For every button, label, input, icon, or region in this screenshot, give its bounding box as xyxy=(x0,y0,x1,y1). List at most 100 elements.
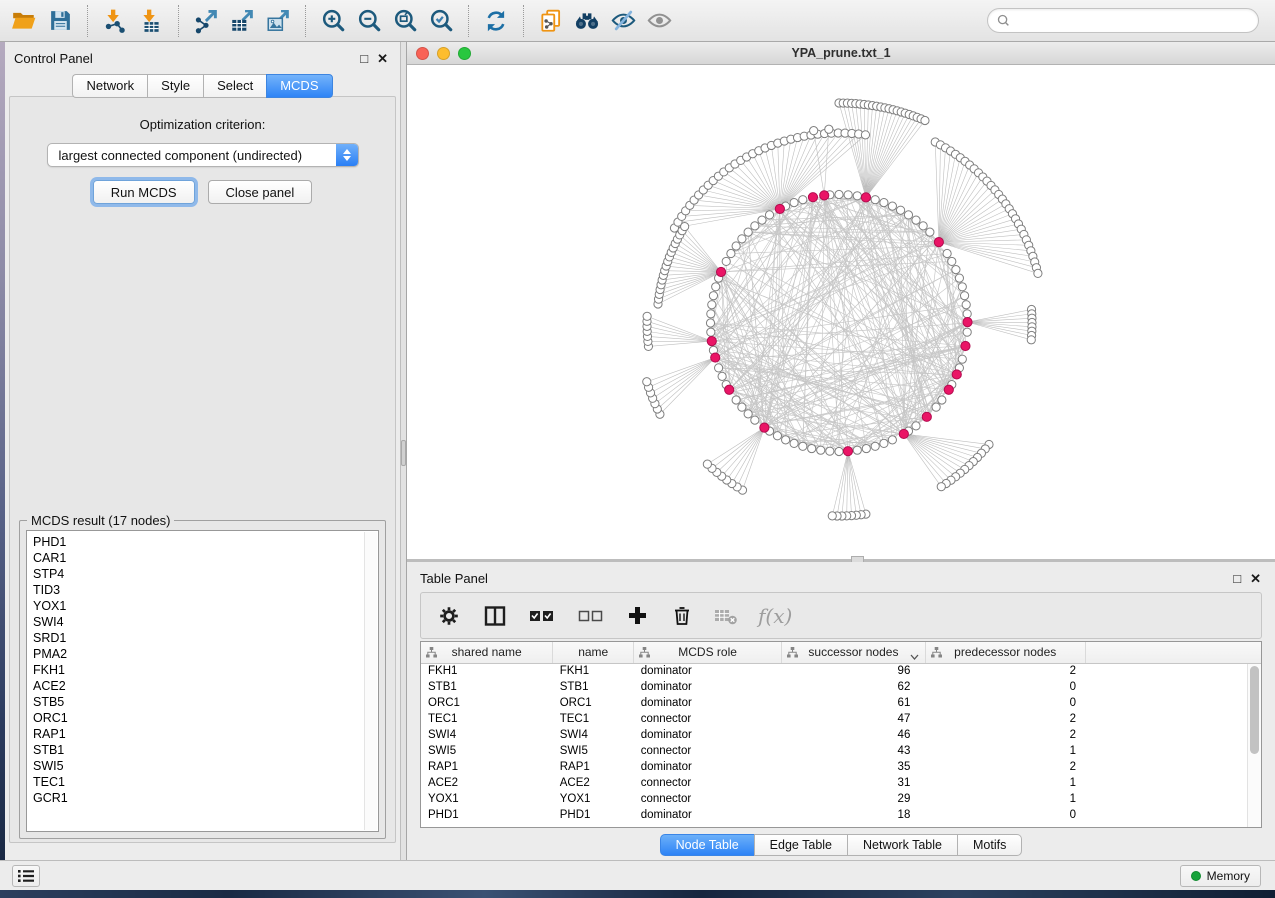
tab-select[interactable]: Select xyxy=(203,74,266,98)
table-cell[interactable]: 2 xyxy=(925,663,1085,679)
save-session-button[interactable] xyxy=(42,4,78,38)
table-row[interactable]: RAP1RAP1dominator352 xyxy=(421,759,1261,775)
vertical-splitter[interactable] xyxy=(400,42,407,860)
table-row[interactable]: FKH1FKH1dominator962 xyxy=(421,663,1261,679)
column-header-name[interactable]: name xyxy=(553,642,634,663)
column-header-shared-name[interactable]: shared name xyxy=(421,642,553,663)
mcds-result-item[interactable]: ORC1 xyxy=(33,710,378,726)
table-cell[interactable]: 1 xyxy=(925,743,1085,759)
open-file-button[interactable] xyxy=(6,4,42,38)
zoom-out-button[interactable] xyxy=(351,4,387,38)
table-cell[interactable]: dominator xyxy=(634,663,782,679)
table-cell[interactable]: YOX1 xyxy=(553,791,634,807)
table-row[interactable]: PHD1PHD1dominator180 xyxy=(421,807,1261,823)
table-cell[interactable]: YOX1 xyxy=(421,791,553,807)
table-cell[interactable]: PHD1 xyxy=(553,807,634,823)
table-cell[interactable]: 0 xyxy=(925,679,1085,695)
export-image-button[interactable] xyxy=(260,4,296,38)
tab-style[interactable]: Style xyxy=(147,74,203,98)
mcds-result-item[interactable]: STB5 xyxy=(33,694,378,710)
mcds-result-item[interactable]: RAP1 xyxy=(33,726,378,742)
table-cell[interactable]: SWI5 xyxy=(553,743,634,759)
table-cell[interactable]: ORC1 xyxy=(421,695,553,711)
minimize-window-button[interactable] xyxy=(437,47,450,60)
table-row[interactable]: SWI5SWI5connector431 xyxy=(421,743,1261,759)
delete-table-button[interactable] xyxy=(714,601,738,631)
table-cell[interactable]: 31 xyxy=(782,775,926,791)
import-network-button[interactable] xyxy=(97,4,133,38)
table-row[interactable]: ACE2ACE2connector311 xyxy=(421,775,1261,791)
mcds-result-item[interactable]: TEC1 xyxy=(33,774,378,790)
table-cell[interactable]: STB1 xyxy=(553,679,634,695)
select-all-columns-button[interactable] xyxy=(529,601,556,631)
table-row[interactable]: SWI4SWI4dominator462 xyxy=(421,727,1261,743)
table-cell[interactable]: 47 xyxy=(782,711,926,727)
tab-network-table[interactable]: Network Table xyxy=(847,834,957,856)
search-input[interactable] xyxy=(1015,14,1249,28)
tab-motifs[interactable]: Motifs xyxy=(957,834,1022,856)
delete-column-button[interactable] xyxy=(671,601,693,631)
unselect-all-columns-button[interactable] xyxy=(578,601,605,631)
table-cell[interactable]: 2 xyxy=(925,711,1085,727)
mcds-result-item[interactable]: GCR1 xyxy=(33,790,378,806)
table-row[interactable]: STB1STB1dominator620 xyxy=(421,679,1261,695)
search-network-button[interactable] xyxy=(569,4,605,38)
zoom-in-button[interactable] xyxy=(315,4,351,38)
table-cell[interactable]: dominator xyxy=(634,679,782,695)
table-cell[interactable]: ORC1 xyxy=(553,695,634,711)
table-cell[interactable]: connector xyxy=(634,791,782,807)
tab-mcds[interactable]: MCDS xyxy=(266,74,332,98)
table-cell[interactable]: 18 xyxy=(782,807,926,823)
refresh-button[interactable] xyxy=(478,4,514,38)
mcds-result-item[interactable]: STB1 xyxy=(33,742,378,758)
table-scrollbar[interactable] xyxy=(1247,664,1261,827)
table-cell[interactable]: connector xyxy=(634,711,782,727)
table-scrollbar-thumb[interactable] xyxy=(1250,666,1259,754)
table-cell[interactable]: dominator xyxy=(634,807,782,823)
export-table-button[interactable] xyxy=(224,4,260,38)
table-cell[interactable]: 29 xyxy=(782,791,926,807)
table-cell[interactable]: STB1 xyxy=(421,679,553,695)
table-cell[interactable]: 0 xyxy=(925,695,1085,711)
table-cell[interactable]: 1 xyxy=(925,791,1085,807)
table-cell[interactable]: 35 xyxy=(782,759,926,775)
mcds-result-item[interactable]: FKH1 xyxy=(33,662,378,678)
table-cell[interactable]: RAP1 xyxy=(421,759,553,775)
mcds-result-item[interactable]: STP4 xyxy=(33,566,378,582)
mcds-result-item[interactable]: PMA2 xyxy=(33,646,378,662)
table-settings-button[interactable] xyxy=(438,601,460,631)
create-column-button[interactable] xyxy=(627,601,648,631)
tab-edge-table[interactable]: Edge Table xyxy=(754,834,847,856)
network-canvas[interactable] xyxy=(407,65,1275,559)
memory-button[interactable]: Memory xyxy=(1180,865,1261,887)
mcds-result-item[interactable]: ACE2 xyxy=(33,678,378,694)
table-cell[interactable]: SWI5 xyxy=(421,743,553,759)
mcds-result-item[interactable]: TID3 xyxy=(33,582,378,598)
column-header-predecessor-nodes[interactable]: predecessor nodes xyxy=(925,642,1085,663)
table-row[interactable]: YOX1YOX1connector291 xyxy=(421,791,1261,807)
mcds-result-list[interactable]: PHD1CAR1STP4TID3YOX1SWI4SRD1PMA2FKH1ACE2… xyxy=(26,530,379,832)
close-panel-button[interactable]: Close panel xyxy=(208,180,313,204)
table-cell[interactable]: SWI4 xyxy=(553,727,634,743)
table-cell[interactable]: 0 xyxy=(925,807,1085,823)
table-cell[interactable]: connector xyxy=(634,743,782,759)
float-table-panel-button[interactable]: □ xyxy=(1233,572,1241,585)
show-column-panel-button[interactable] xyxy=(483,601,507,631)
mcds-result-item[interactable]: SWI4 xyxy=(33,614,378,630)
clone-network-button[interactable] xyxy=(533,4,569,38)
table-cell[interactable]: PHD1 xyxy=(421,807,553,823)
table-row[interactable]: ORC1ORC1dominator610 xyxy=(421,695,1261,711)
table-cell[interactable]: FKH1 xyxy=(421,663,553,679)
table-cell[interactable]: 62 xyxy=(782,679,926,695)
table-cell[interactable]: 96 xyxy=(782,663,926,679)
table-cell[interactable]: ACE2 xyxy=(421,775,553,791)
column-header-successor-nodes[interactable]: successor nodes xyxy=(782,642,926,663)
table-row[interactable]: TEC1TEC1connector472 xyxy=(421,711,1261,727)
mcds-result-item[interactable]: CAR1 xyxy=(33,550,378,566)
mcds-result-item[interactable]: SWI5 xyxy=(33,758,378,774)
close-panel-icon-button[interactable]: ✕ xyxy=(377,52,388,65)
task-history-button[interactable] xyxy=(12,865,40,887)
export-network-button[interactable] xyxy=(188,4,224,38)
table-cell[interactable]: ACE2 xyxy=(553,775,634,791)
table-cell[interactable]: 46 xyxy=(782,727,926,743)
